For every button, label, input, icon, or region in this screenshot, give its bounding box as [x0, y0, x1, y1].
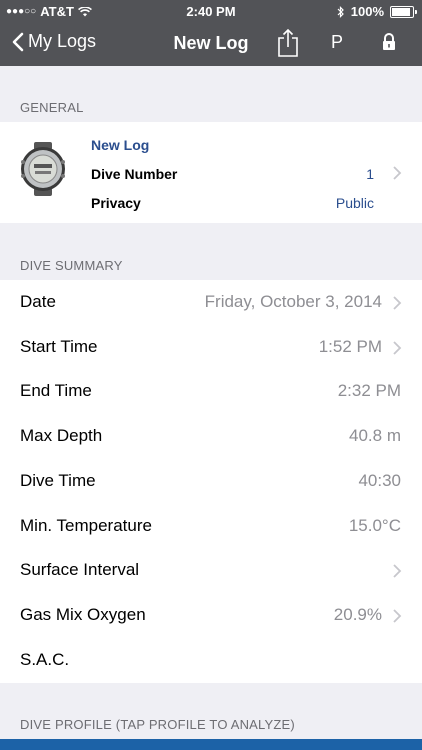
p-button[interactable]: P	[331, 32, 343, 53]
chevron-right-icon	[393, 564, 402, 578]
dive-profile-bar[interactable]	[0, 739, 422, 750]
status-right: 100%	[337, 4, 417, 19]
summary-row-surface-interval[interactable]: Surface Interval	[0, 548, 422, 593]
summary-row-value: 1:52 PM	[318, 336, 382, 356]
summary-row-s-a-c[interactable]: S.A.C.	[0, 638, 422, 683]
general-section-header: GENERAL	[20, 100, 84, 115]
privacy-label: Privacy	[91, 195, 141, 211]
chevron-right-icon[interactable]	[392, 165, 402, 181]
summary-row-label: Surface Interval	[20, 560, 140, 580]
summary-row-value: Friday, October 3, 2014	[204, 292, 382, 311]
chevron-right-icon	[393, 609, 402, 623]
dive-computer-icon	[21, 142, 65, 196]
top-bar: ●●●○○ AT&T 2:40 PM 100% My Logs New Log	[0, 0, 422, 66]
bluetooth-icon	[337, 5, 344, 18]
dive-number-label: Dive Number	[91, 166, 178, 182]
summary-row-end-time[interactable]: End Time 2:32 PM	[0, 369, 422, 414]
summary-row-max-depth[interactable]: Max Depth 40.8 m	[0, 414, 422, 459]
page-title: New Log	[173, 33, 249, 53]
summary-row-value: 20.9%	[333, 604, 382, 624]
chevron-right-icon	[393, 341, 402, 355]
status-bar: ●●●○○ AT&T 2:40 PM 100%	[0, 0, 422, 22]
summary-row-label: Date	[20, 292, 56, 311]
summary-row-value: 2:32 PM	[337, 381, 401, 401]
summary-row-min-temperature[interactable]: Min. Temperature 15.0°C	[0, 504, 422, 549]
general-group: New Log Dive Number 1 Privacy Public	[0, 122, 422, 223]
summary-row-value: 40:30	[358, 470, 401, 490]
summary-row-label: Max Depth	[20, 426, 103, 446]
lock-button[interactable]	[381, 33, 397, 56]
log-name[interactable]: New Log	[91, 137, 149, 153]
summary-row-value: 15.0°C	[348, 515, 401, 535]
share-button[interactable]	[276, 28, 300, 63]
summary-row-label: Dive Time	[20, 470, 96, 490]
dive-summary-group: Date Friday, October 3, 2014 Start Time 1:5…	[0, 280, 422, 683]
summary-row-value: 40.8 m	[349, 426, 401, 446]
summary-row-dive-time[interactable]: Dive Time 40:30	[0, 459, 422, 504]
dive-summary-section-header: DIVE SUMMARY	[20, 258, 123, 273]
navigation-bar: My Logs New Log P	[0, 22, 422, 66]
battery-percent: 100%	[350, 4, 384, 19]
battery-fill	[392, 7, 410, 16]
summary-row-label: End Time	[20, 381, 92, 401]
summary-row-gas-mix-oxygen[interactable]: Gas Mix Oxygen 20.9%	[0, 593, 422, 638]
dive-number-value[interactable]: 1	[366, 166, 374, 182]
summary-row-label: S.A.C.	[20, 649, 70, 669]
summary-row-date[interactable]: Date Friday, October 3, 2014	[0, 280, 422, 325]
chevron-right-icon	[393, 296, 402, 310]
privacy-value[interactable]: Public	[336, 195, 374, 211]
lock-icon	[383, 33, 395, 50]
dive-profile-section-header: DIVE PROFILE (TAP PROFILE TO ANALYZE)	[20, 717, 295, 732]
summary-row-label: Min. Temperature	[20, 515, 152, 535]
summary-row-label: Start Time	[20, 336, 98, 356]
battery-icon	[390, 5, 417, 18]
share-icon	[278, 28, 298, 57]
summary-row-label: Gas Mix Oxygen	[20, 604, 146, 624]
summary-row-start-time[interactable]: Start Time 1:52 PM	[0, 325, 422, 370]
